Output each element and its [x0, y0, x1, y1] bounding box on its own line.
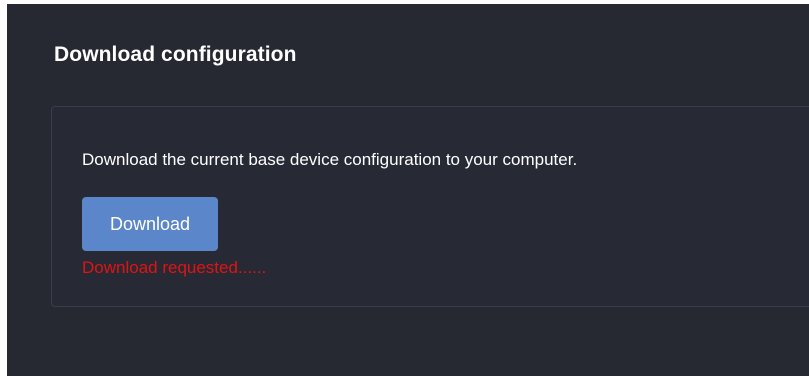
download-status-message: Download requested......: [82, 258, 267, 277]
section-title: Download configuration: [54, 43, 297, 66]
download-description: Download the current base device configu…: [82, 150, 578, 169]
main-panel: Download configuration Download the curr…: [7, 4, 809, 376]
download-card: Download the current base device configu…: [51, 106, 809, 307]
download-button[interactable]: Download: [82, 197, 218, 251]
